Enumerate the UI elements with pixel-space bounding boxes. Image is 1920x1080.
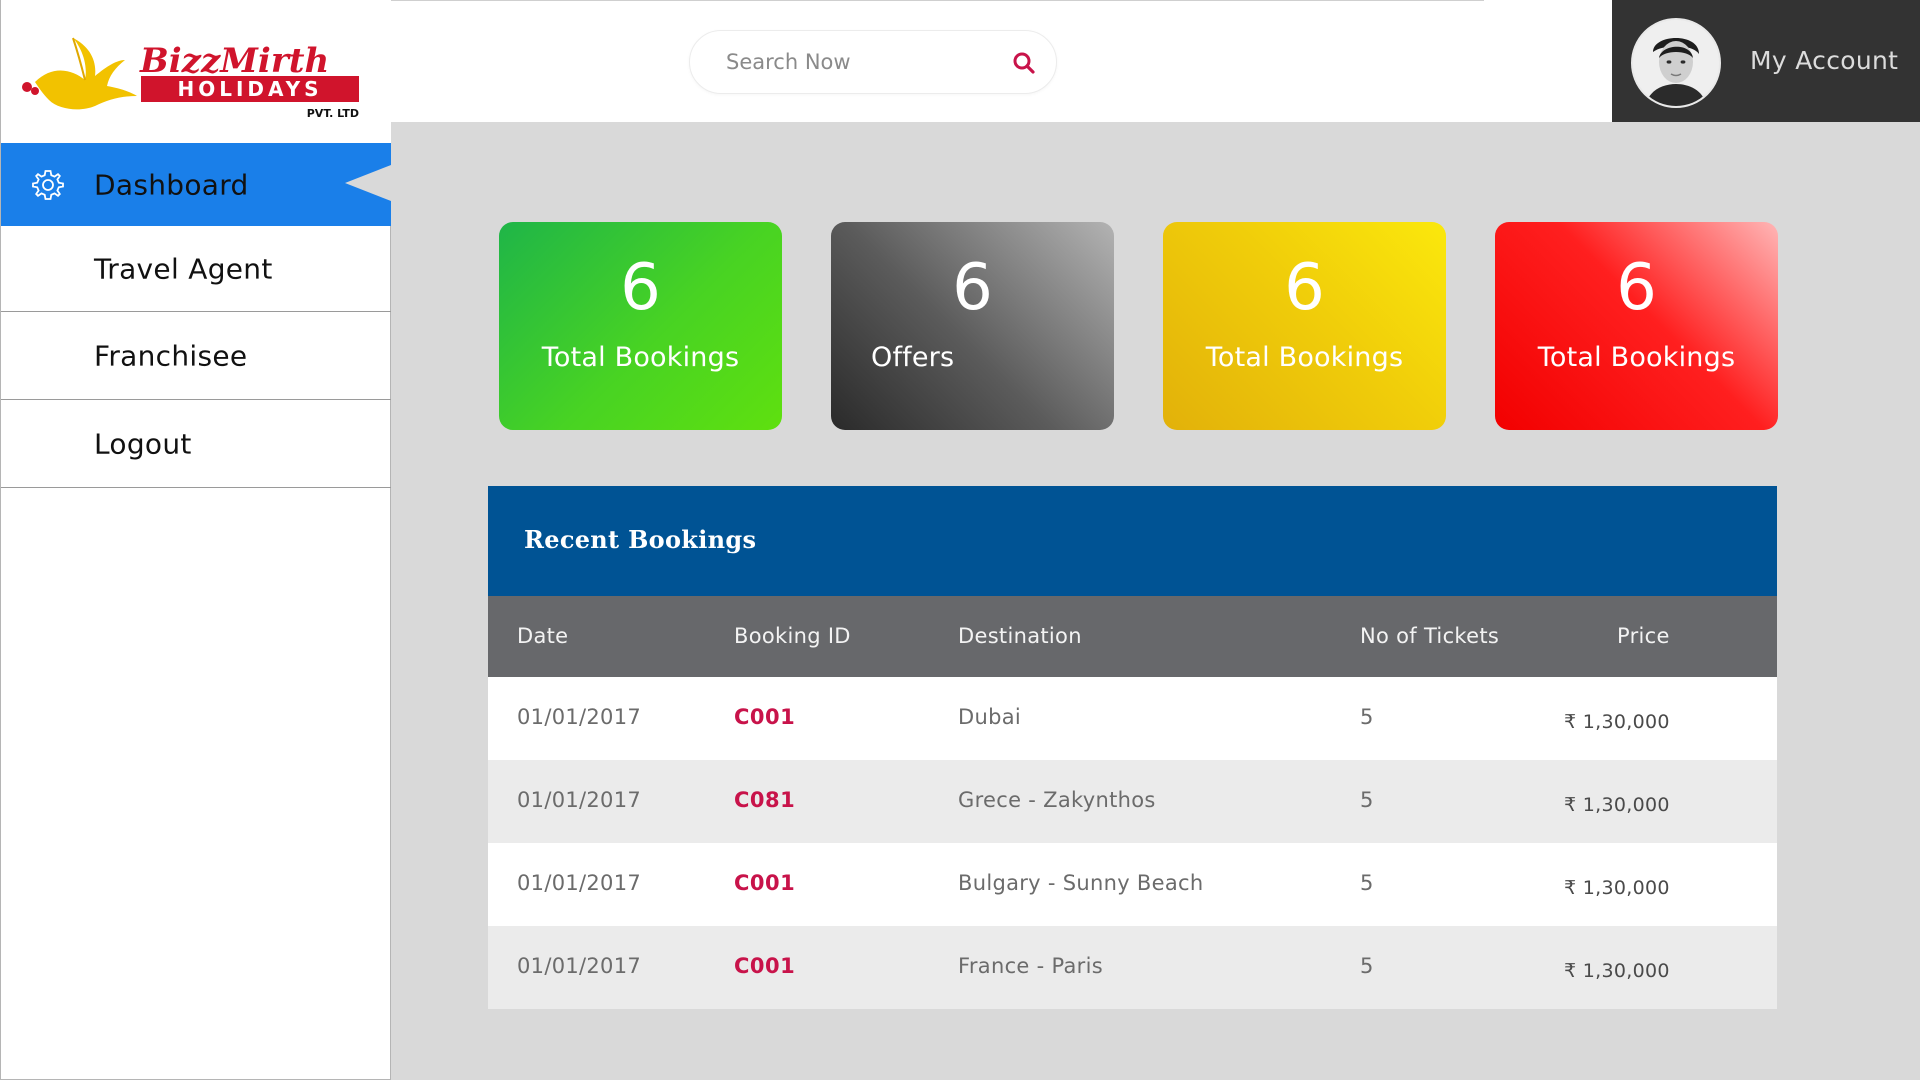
cell-price: ₹ 1,30,000 (1564, 794, 1670, 816)
cell-booking-id[interactable]: C001 (734, 871, 795, 895)
cell-price: ₹ 1,30,000 (1564, 711, 1670, 733)
table-row[interactable]: 01/01/2017 C001 Bulgary - Sunny Beach 5 … (488, 843, 1777, 926)
cell-destination: Dubai (958, 705, 1022, 729)
logo-suffix: PVT. LTD (307, 107, 359, 120)
table-row[interactable]: 01/01/2017 C081 Grece - Zakynthos 5 ₹ 1,… (488, 760, 1777, 843)
stat-label: Offers (871, 342, 955, 373)
search-input[interactable] (726, 45, 986, 79)
column-header-tickets: No of Tickets (1360, 624, 1500, 648)
sidebar-item-franchisee[interactable]: Franchisee (1, 312, 391, 400)
cell-booking-id[interactable]: C081 (734, 788, 795, 812)
sidebar-item-travel-agent[interactable]: Travel Agent (1, 226, 391, 312)
logo-graphic: BizzMirth HOLIDAYS PVT. LTD (22, 37, 359, 120)
logo-name: BizzMirth (139, 41, 329, 81)
sidebar-item-label: Travel Agent (94, 252, 273, 285)
cell-price: ₹ 1,30,000 (1564, 960, 1670, 982)
sidebar-item-label: Logout (94, 427, 192, 460)
stat-value: 6 (1616, 251, 1657, 325)
stat-card-total-bookings[interactable]: 6 Total Bookings (499, 222, 782, 430)
table-header: Date Booking ID Destination No of Ticket… (488, 596, 1777, 677)
cell-price: ₹ 1,30,000 (1564, 877, 1670, 899)
cell-destination: France - Paris (958, 954, 1103, 978)
stat-value: 6 (620, 251, 661, 325)
cell-date: 01/01/2017 (517, 871, 642, 895)
sidebar-item-label: Dashboard (94, 168, 249, 201)
gear-icon (32, 169, 64, 200)
sidebar-item-label: Franchisee (94, 339, 248, 372)
cell-date: 01/01/2017 (517, 954, 642, 978)
cell-tickets: 5 (1360, 705, 1374, 729)
recent-bookings-table: Recent Bookings Date Booking ID Destinat… (488, 486, 1777, 1009)
sidebar: BizzMirth HOLIDAYS PVT. LTD Dashboard Tr… (0, 0, 391, 1080)
header-divider (391, 0, 1484, 1)
table-title: Recent Bookings (524, 525, 757, 554)
column-header-booking-id: Booking ID (734, 624, 851, 648)
column-header-price: Price (1617, 624, 1670, 648)
cell-booking-id[interactable]: C001 (734, 705, 795, 729)
app-root: BizzMirth HOLIDAYS PVT. LTD Dashboard Tr… (0, 0, 1920, 1080)
cell-date: 01/01/2017 (517, 705, 642, 729)
column-header-date: Date (517, 624, 569, 648)
sidebar-item-dashboard[interactable]: Dashboard (1, 143, 391, 226)
my-account-button[interactable]: My Account (1612, 0, 1920, 122)
stat-value: 6 (952, 251, 993, 325)
stat-label: Total Bookings (1205, 342, 1404, 373)
user-avatar-icon (1633, 20, 1719, 106)
stat-card-total-bookings[interactable]: 6 Total Bookings (1495, 222, 1778, 430)
stat-card-total-bookings[interactable]: 6 Total Bookings (1163, 222, 1446, 430)
cell-destination: Bulgary - Sunny Beach (958, 871, 1204, 895)
top-header: My Account (391, 0, 1920, 122)
sidebar-nav: Dashboard Travel Agent Franchisee Logout (1, 143, 391, 488)
cell-date: 01/01/2017 (517, 788, 642, 812)
cell-tickets: 5 (1360, 788, 1374, 812)
cell-tickets: 5 (1360, 954, 1374, 978)
stat-label: Total Bookings (1537, 342, 1736, 373)
cell-destination: Grece - Zakynthos (958, 788, 1156, 812)
avatar[interactable] (1631, 18, 1721, 108)
stat-value: 6 (1284, 251, 1325, 325)
sidebar-item-logout[interactable]: Logout (1, 400, 391, 488)
column-header-destination: Destination (958, 624, 1082, 648)
search-box (689, 30, 1057, 94)
cell-booking-id[interactable]: C001 (734, 954, 795, 978)
table-title-bar: Recent Bookings (488, 486, 1777, 596)
logo-subname: HOLIDAYS (178, 77, 323, 101)
search-icon[interactable] (1010, 49, 1038, 77)
stat-card-offers[interactable]: 6 Offers (831, 222, 1114, 430)
table-row[interactable]: 01/01/2017 C001 France - Paris 5 ₹ 1,30,… (488, 926, 1777, 1009)
table-row[interactable]: 01/01/2017 C001 Dubai 5 ₹ 1,30,000 (488, 677, 1777, 760)
stat-label: Total Bookings (541, 342, 740, 373)
brand-logo[interactable]: BizzMirth HOLIDAYS PVT. LTD (1, 0, 391, 143)
my-account-label: My Account (1750, 46, 1899, 75)
cell-tickets: 5 (1360, 871, 1374, 895)
